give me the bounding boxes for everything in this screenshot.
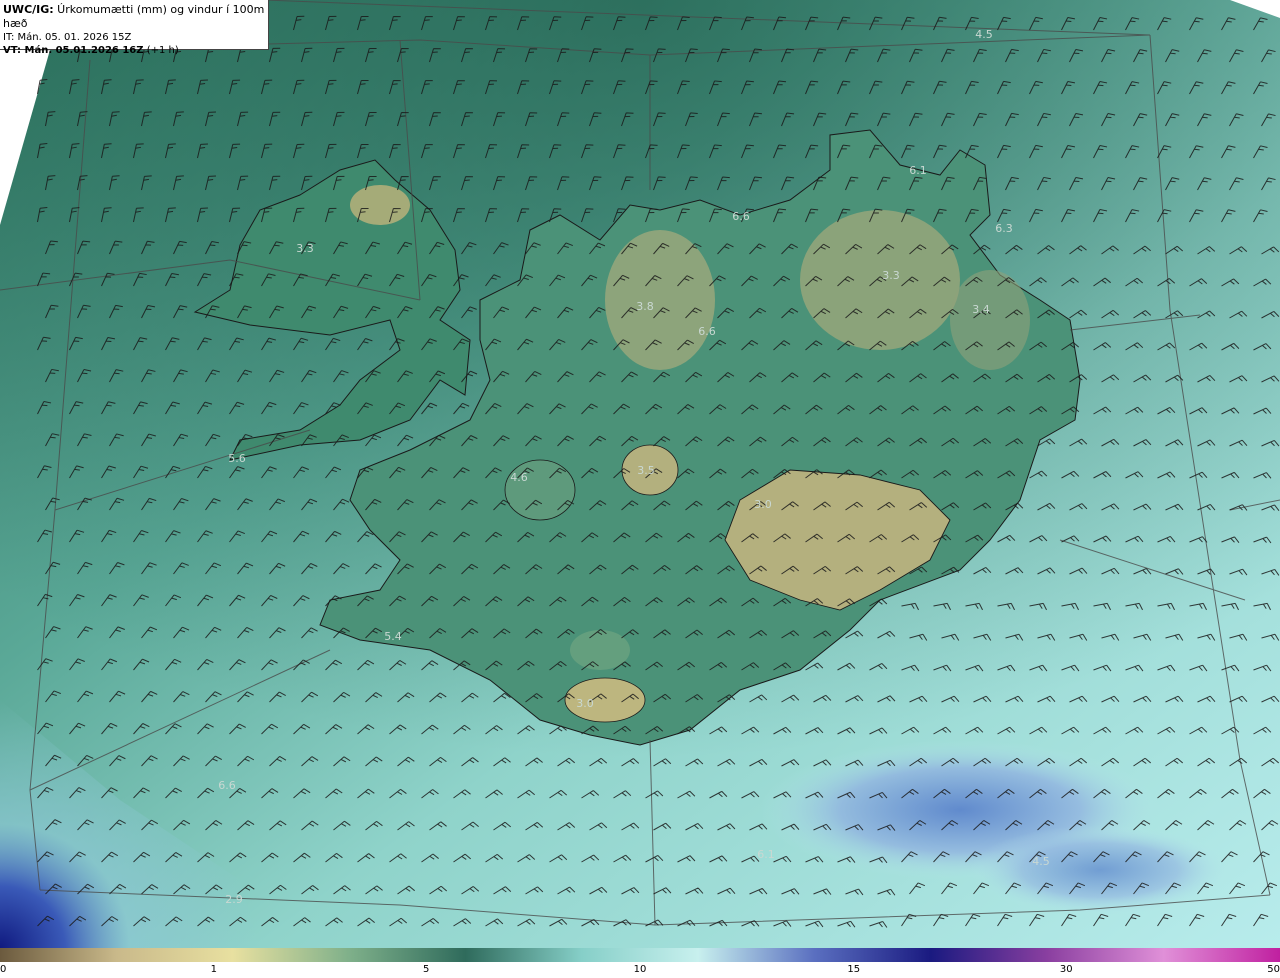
valid-time: VT: Mán. 05.01.2026 16Z [3,45,144,56]
valid-time-line: VT: Mán. 05.01.2026 16Z (+1 h) [3,44,268,57]
value-label: 3.3 [882,269,900,282]
init-time: IT: Mán. 05. 01. 2026 15Z [3,32,132,43]
title-line: UWC/IG: Úrkomumætti (mm) og vindur í 100… [3,3,268,31]
drangajokull-glacier [350,185,410,225]
map-canvas: 4.5 6.1 6.6 6.3 3.3 3.3 3.8 3.4 6.6 5.6 4.6 3.5 3.0 5… [0,0,1280,948]
highland-northeast [800,210,960,350]
colorbar-tick-label: 50 [1267,964,1280,975]
value-label: 3.0 [754,498,772,511]
highland-east [950,270,1030,370]
colorbar-tick-labels: 0 1 5 10 15 30 50 [0,962,1280,978]
value-label: 5.4 [384,630,402,643]
precip-colorbar [0,948,1280,962]
colorbar-tick-label: 1 [210,964,217,975]
colorbar-tick-label: 15 [847,964,861,975]
map-info-box: UWC/IG: Úrkomumætti (mm) og vindur í 100… [0,0,269,56]
value-label: 6.3 [995,222,1013,235]
value-label: 6.1 [757,848,775,861]
value-label: 3.5 [637,464,655,477]
value-label: 6.6 [218,779,236,792]
lead-time: (+1 h) [143,45,179,56]
langjokull-glacier [504,459,576,521]
value-label: 6.6 [698,325,716,338]
value-label: 3.3 [296,242,314,255]
model-id: UWC/IG: [3,3,54,16]
colorbar-tick-label: 0 [0,964,7,975]
value-label: 4.5 [975,28,993,41]
value-label: 3.0 [576,697,594,710]
value-label: 6.1 [909,164,927,177]
value-label: 6.6 [732,210,750,223]
colorbar-tick-label: 5 [423,964,430,975]
value-label: 4.5 [1032,855,1050,868]
value-label: 2.9 [225,893,243,906]
value-label: 3.8 [636,300,654,313]
highland-north [605,230,715,370]
value-label: 4.6 [510,471,528,484]
colorbar-tick-label: 30 [1059,964,1073,975]
value-label: 5.6 [228,452,246,465]
colorbar-tick-label: 10 [633,964,647,975]
value-label: 3.4 [972,303,990,316]
forecast-map: 4.5 6.1 6.6 6.3 3.3 3.3 3.8 3.4 6.6 5.6 4.6 3.5 3.0 5… [0,0,1280,948]
